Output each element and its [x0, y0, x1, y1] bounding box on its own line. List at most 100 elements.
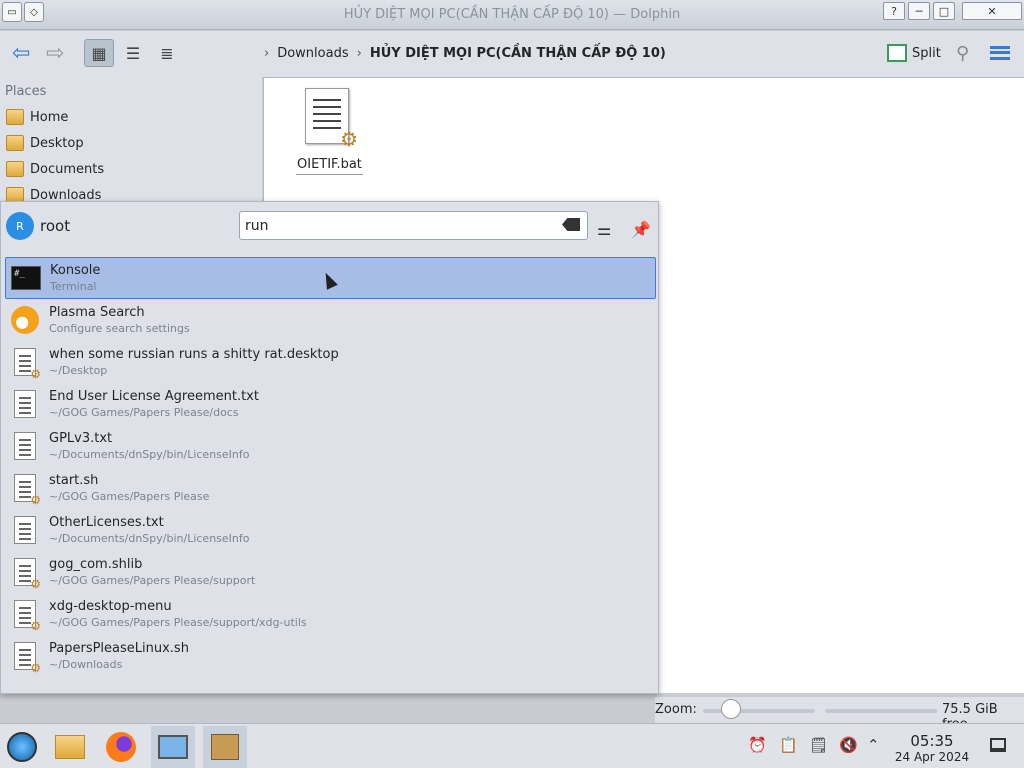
text-file-icon — [14, 516, 36, 544]
documents-folder-icon — [6, 161, 24, 177]
place-label: Documents — [30, 161, 105, 177]
forward-button[interactable]: ⇨ — [46, 41, 64, 66]
result-title: start.sh — [49, 473, 99, 488]
icons-view-button[interactable]: ▦ — [84, 39, 114, 67]
window-title: HỦY DIỆT MỌI PC(CẦN THẬN CẤP ĐỘ 10) — Do… — [343, 7, 681, 22]
clear-icon[interactable] — [562, 218, 580, 231]
place-label: Desktop — [30, 135, 84, 151]
title-bar: ▭ ◇ HỦY DIỆT MỌI PC(CẦN THẬN CẤP ĐỘ 10) … — [0, 0, 1024, 30]
result-title: PapersPleaseLinux.sh — [49, 641, 189, 656]
show-desktop-icon[interactable] — [990, 738, 1006, 752]
result-title: GPLv3.txt — [49, 431, 113, 446]
help-button[interactable]: ? — [883, 2, 905, 20]
zoom-slider[interactable] — [703, 709, 815, 713]
place-home[interactable]: Home — [6, 109, 68, 125]
taskbar-archive-manager[interactable] — [203, 726, 247, 768]
chevron-right-icon: › — [264, 46, 270, 61]
result-subtitle: ~/GOG Games/Papers Please/support — [49, 574, 256, 587]
split-button[interactable]: Split — [887, 44, 941, 62]
konsole-icon: #_ — [11, 266, 41, 290]
compact-view-button[interactable]: ☰ — [118, 39, 148, 67]
minimize-button[interactable]: ─ — [908, 2, 930, 20]
script-file-icon — [14, 474, 41, 507]
back-button[interactable]: ⇦ — [12, 41, 30, 66]
place-desktop[interactable]: Desktop — [6, 135, 84, 151]
list-item[interactable]: xdg-desktop-menu ~/GOG Games/Papers Pleas… — [5, 593, 656, 635]
firefox-icon — [106, 732, 136, 762]
place-documents[interactable]: Documents — [6, 161, 104, 177]
result-subtitle: ~/GOG Games/Papers Please/support/xdg-ut… — [49, 616, 307, 629]
result-subtitle: ~/GOG Games/Papers Please/docs — [49, 406, 239, 419]
chevron-up-icon[interactable]: ⌃ — [867, 736, 880, 754]
list-item[interactable]: PapersPleaseLinux.sh ~/Downloads — [5, 635, 656, 677]
file-name: OIETIF.bat — [296, 157, 363, 175]
pin-icon[interactable]: 📌 — [631, 220, 651, 239]
result-subtitle: ~/Documents/dnSpy/bin/LicenseInfo — [49, 532, 250, 545]
result-title: End User License Agreement.txt — [49, 389, 259, 404]
list-item[interactable]: OtherLicenses.txt ~/Documents/dnSpy/bin/L… — [5, 509, 656, 551]
script-file-icon — [14, 642, 41, 675]
monitor-icon — [158, 735, 188, 759]
taskbar-firefox[interactable] — [99, 726, 143, 768]
settings-sliders-icon[interactable]: ⚌ — [597, 220, 611, 239]
split-label: Split — [912, 45, 941, 61]
start-orb-icon — [7, 732, 37, 762]
result-title: Plasma Search — [49, 305, 145, 320]
search-query: run — [245, 218, 269, 234]
list-item[interactable]: GPLv3.txt ~/Documents/dnSpy/bin/LicenseIn… — [5, 425, 656, 467]
clipboard-icon[interactable]: 📋 — [779, 736, 798, 754]
taskbar: ⏰ 📋 🗒 🔇 ⌃ 05:35 24 Apr 2024 — [0, 723, 1024, 768]
result-title: gog_com.shlib — [49, 557, 143, 572]
script-file-icon — [14, 558, 41, 591]
avatar: R — [6, 212, 34, 240]
clock[interactable]: 05:35 24 Apr 2024 — [892, 732, 972, 764]
result-subtitle: Configure search settings — [49, 322, 190, 335]
status-bar: Zoom: 75.5 GiB free — [655, 697, 1024, 732]
result-title: when some russian runs a shitty rat.desk… — [49, 347, 339, 362]
breadcrumb-parent[interactable]: Downloads — [277, 46, 348, 61]
taskbar-system-settings[interactable] — [151, 726, 195, 768]
close-button[interactable]: ✕ — [962, 2, 1022, 20]
result-title: xdg-desktop-menu — [49, 599, 172, 614]
folder-icon — [55, 735, 85, 759]
plasma-search-icon — [11, 306, 39, 334]
notes-icon[interactable]: 🗒 — [809, 736, 828, 754]
package-icon — [211, 734, 239, 760]
list-item[interactable]: Plasma Search Configure search settings — [5, 299, 656, 341]
list-item[interactable]: start.sh ~/GOG Games/Papers Please — [5, 467, 656, 509]
clock-time: 05:35 — [910, 732, 954, 750]
results-list: #_ Konsole Terminal Plasma Search Configur… — [5, 257, 656, 677]
volume-muted-icon[interactable]: 🔇 — [839, 736, 858, 754]
place-label: Home — [30, 109, 69, 125]
result-subtitle: ~/Documents/dnSpy/bin/LicenseInfo — [49, 448, 250, 461]
list-item[interactable]: End User License Agreement.txt ~/GOG Game… — [5, 383, 656, 425]
alarm-clock-icon[interactable]: ⏰ — [748, 736, 767, 754]
result-title: Konsole — [50, 263, 101, 278]
details-view-button[interactable]: ≣ — [152, 39, 182, 67]
toolbar: ⇦ ⇨ ▦ ☰ ≣ › Downloads › HỦY DIỆT MỌI PC(… — [0, 31, 1024, 77]
result-subtitle: ~/GOG Games/Papers Please — [49, 490, 210, 503]
maximize-button[interactable]: □ — [933, 2, 955, 20]
text-file-icon — [14, 432, 36, 460]
text-file-icon — [14, 390, 36, 418]
desktop-folder-icon — [6, 135, 24, 151]
zoom-slider-handle[interactable] — [721, 699, 741, 719]
script-file-icon — [14, 600, 41, 633]
free-space-bar — [825, 709, 937, 713]
desktop-file-icon — [14, 348, 41, 381]
breadcrumb-current[interactable]: HỦY DIỆT MỌI PC(CẦN THẬN CẤP ĐỘ 10) — [370, 46, 666, 61]
start-menu-button[interactable] — [0, 726, 44, 768]
places-header: Places — [5, 84, 47, 99]
hamburger-menu-icon[interactable] — [990, 46, 1010, 60]
search-input[interactable]: run — [239, 211, 588, 240]
user-info: R root — [6, 212, 70, 240]
batch-file-icon: ⚙ — [305, 88, 358, 151]
result-subtitle: ~/Desktop — [49, 364, 108, 377]
chevron-right-icon: › — [356, 46, 362, 61]
list-item[interactable]: gog_com.shlib ~/GOG Games/Papers Please/s… — [5, 551, 656, 593]
home-folder-icon — [6, 109, 24, 125]
search-icon[interactable]: ⚲ — [956, 43, 969, 64]
taskbar-file-manager[interactable] — [48, 726, 92, 768]
list-item[interactable]: when some russian runs a shitty rat.desk… — [5, 341, 656, 383]
result-subtitle: ~/Downloads — [49, 658, 123, 671]
